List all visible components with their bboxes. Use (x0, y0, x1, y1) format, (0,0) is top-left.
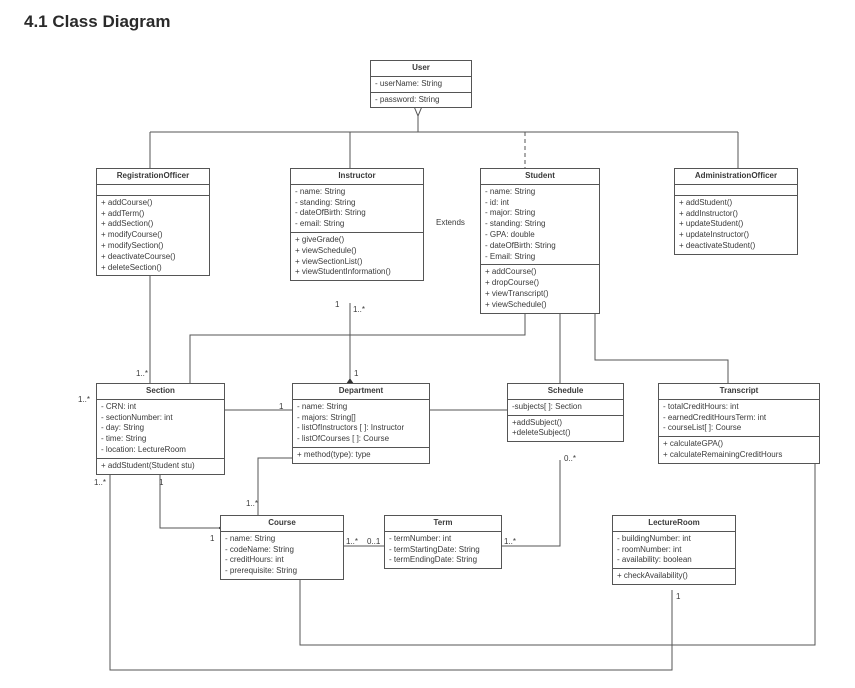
mult: 1 (210, 534, 214, 543)
mult: 1..* (504, 537, 516, 546)
class-instructor: Instructor - name: String - standing: St… (290, 168, 424, 281)
class-department: Department - name: String - majors: Stri… (292, 383, 430, 464)
ops: + method(type): type (293, 448, 429, 463)
attrs-empty (675, 185, 797, 196)
class-name: Student (481, 169, 599, 185)
class-registrationofficer: RegistrationOfficer + addCourse() + addT… (96, 168, 210, 276)
class-administrationofficer: AdministrationOfficer + addStudent() + a… (674, 168, 798, 255)
attrs-empty (97, 185, 209, 196)
class-name: Section (97, 384, 224, 400)
class-term: Term - termNumber: int - termStartingDat… (384, 515, 502, 569)
mult: 1..* (246, 499, 258, 508)
mult: 1..* (94, 478, 106, 487)
attrs: - name: String - id: int - major: String… (481, 185, 599, 266)
class-name: Schedule (508, 384, 623, 400)
mult: 1..* (353, 305, 365, 314)
attrs: - name: String - standing: String - date… (291, 185, 423, 233)
class-name: AdministrationOfficer (675, 169, 797, 185)
class-name: Instructor (291, 169, 423, 185)
ops: +addSubject() +deleteSubject() (508, 416, 623, 442)
class-name: RegistrationOfficer (97, 169, 209, 185)
class-course: Course - name: String - codeName: String… (220, 515, 344, 580)
ops: + addStudent() + addInstructor() + updat… (675, 196, 797, 254)
mult: 1 (676, 592, 680, 601)
mult: 1..* (346, 537, 358, 546)
attrs: - userName: String (371, 77, 471, 93)
class-section: Section - CRN: int - sectionNumber: int … (96, 383, 225, 475)
mult: 1 (159, 478, 163, 487)
ops: + addStudent(Student stu) (97, 459, 224, 474)
mult: 0..* (564, 454, 576, 463)
mult: 1 (335, 300, 339, 309)
class-name: Term (385, 516, 501, 532)
mult: 1..* (78, 395, 90, 404)
attrs: - CRN: int - sectionNumber: int - day: S… (97, 400, 224, 459)
ops: + checkAvailability() (613, 569, 735, 584)
attrs: -subjects[ ]: Section (508, 400, 623, 416)
class-schedule: Schedule -subjects[ ]: Section +addSubje… (507, 383, 624, 442)
class-name: LectureRoom (613, 516, 735, 532)
class-name: Course (221, 516, 343, 532)
mult: 1 (279, 402, 283, 411)
attrs: - termNumber: int - termStartingDate: St… (385, 532, 501, 568)
ops: + calculateGPA() + calculateRemainingCre… (659, 437, 819, 463)
ops: + addCourse() + dropCourse() + viewTrans… (481, 265, 599, 312)
ops: + addCourse() + addTerm() + addSection()… (97, 196, 209, 276)
mult: 1 (354, 369, 358, 378)
class-user: User - userName: String - password: Stri… (370, 60, 472, 108)
mult: 0..1 (367, 537, 380, 546)
attrs2: - password: String (371, 93, 471, 108)
class-transcript: Transcript - totalCreditHours: int - ear… (658, 383, 820, 464)
mult: 1..* (136, 369, 148, 378)
attrs: - totalCreditHours: int - earnedCreditHo… (659, 400, 819, 437)
attrs: - buildingNumber: int - roomNumber: int … (613, 532, 735, 569)
attrs: - name: String - majors: String[] - list… (293, 400, 429, 448)
attrs: - name: String - codeName: String - cred… (221, 532, 343, 579)
extends-label: Extends (436, 218, 465, 227)
class-name: User (371, 61, 471, 77)
class-student: Student - name: String - id: int - major… (480, 168, 600, 314)
ops: + giveGrade() + viewSchedule() + viewSec… (291, 233, 423, 280)
class-name: Transcript (659, 384, 819, 400)
class-name: Department (293, 384, 429, 400)
class-lectureroom: LectureRoom - buildingNumber: int - room… (612, 515, 736, 585)
